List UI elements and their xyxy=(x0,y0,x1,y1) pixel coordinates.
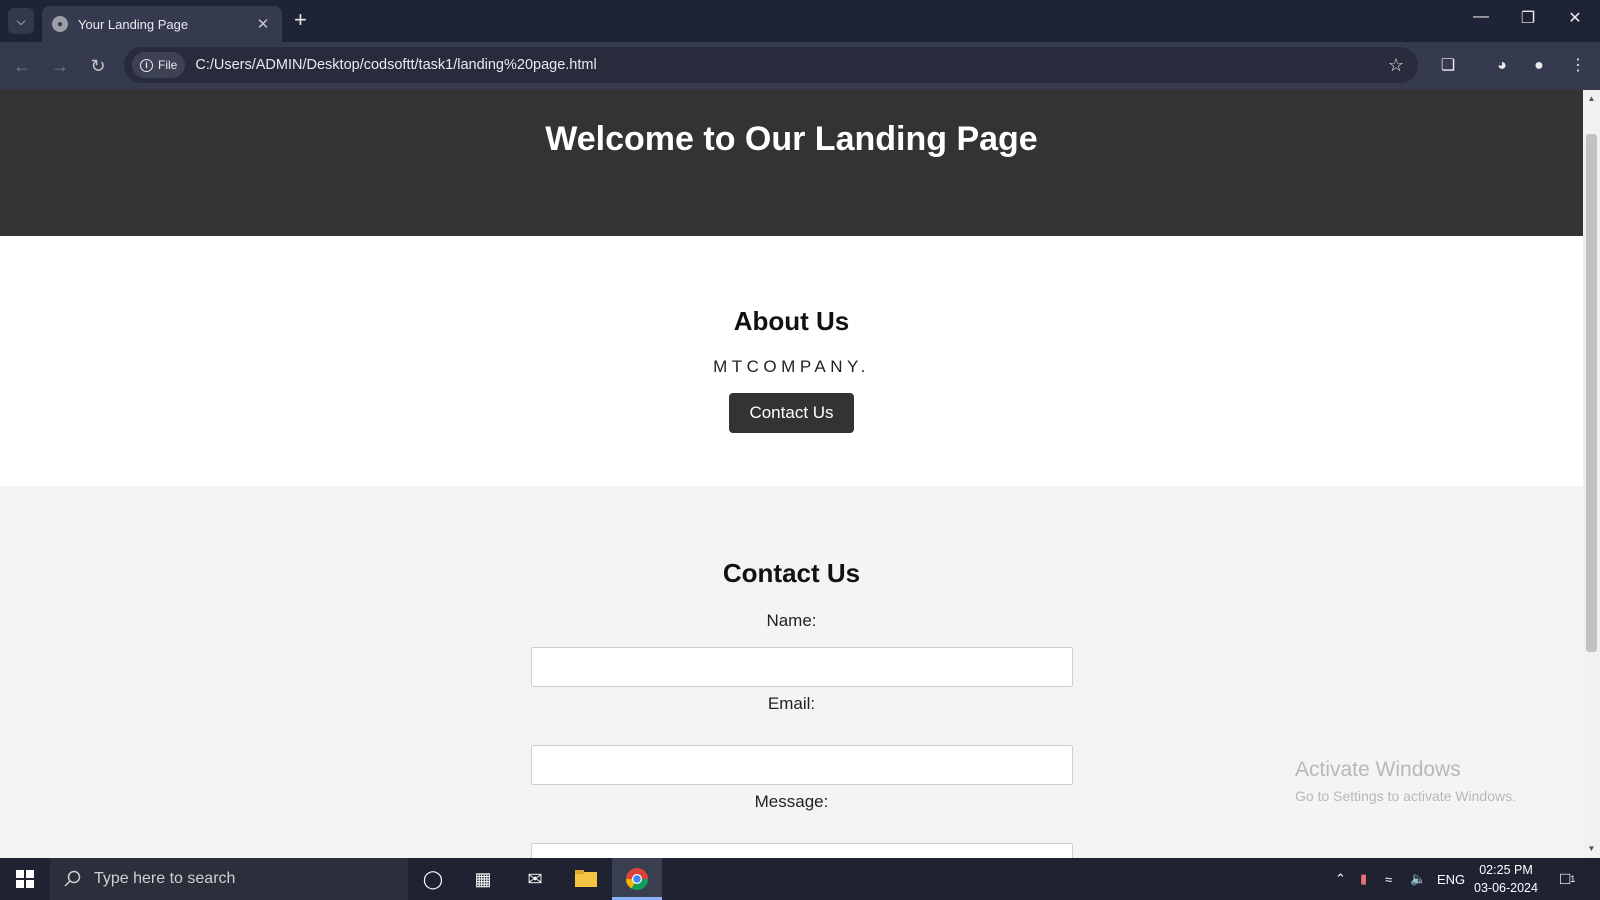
close-window-icon[interactable]: ✕ xyxy=(1560,8,1590,28)
language-indicator[interactable]: ENG xyxy=(1437,858,1465,900)
url-text[interactable]: C:/Users/ADMIN/Desktop/codsoftt/task1/la… xyxy=(195,57,1388,73)
browser-tab-strip: ⌵ ● Your Landing Page ✕ + — ❐ ✕ xyxy=(0,0,1600,42)
bookmark-star-icon[interactable]: ☆ xyxy=(1388,55,1404,76)
task-view-icon[interactable]: ▦ xyxy=(458,858,508,900)
clock-time: 02:25 PM xyxy=(1479,863,1533,877)
watermark-title: Activate Windows xyxy=(1295,758,1461,781)
search-icon xyxy=(64,870,81,887)
browser-toolbar: ← → ↻ i File C:/Users/ADMIN/Desktop/cods… xyxy=(0,42,1600,90)
back-icon[interactable]: ← xyxy=(10,54,34,78)
windows-taskbar: Type here to search ◯ ▦ ✉ ⌃ ▮ ≈ 🔈 ENG 02… xyxy=(0,858,1600,900)
address-bar[interactable]: i File C:/Users/ADMIN/Desktop/codsoftt/t… xyxy=(124,47,1418,83)
about-text: MTCOMPANY. xyxy=(713,357,870,376)
scroll-down-icon[interactable]: ▼ xyxy=(1583,844,1600,853)
file-explorer-icon[interactable] xyxy=(561,858,611,900)
chevron-down-icon: ⌵ xyxy=(16,13,26,28)
performance-icon[interactable]: ◕ xyxy=(1490,54,1514,78)
menu-icon[interactable]: ⋮ xyxy=(1566,54,1590,78)
contact-heading: Contact Us xyxy=(722,558,861,588)
profile-icon[interactable]: ● xyxy=(1527,54,1551,78)
tab-search-button[interactable]: ⌵ xyxy=(8,8,34,34)
show-hidden-icons-icon[interactable]: ⌃ xyxy=(1335,858,1346,900)
minimize-icon[interactable]: — xyxy=(1466,8,1496,26)
restore-icon[interactable]: ❐ xyxy=(1513,8,1543,28)
mail-icon[interactable]: ✉ xyxy=(510,858,560,900)
page-scrollbar[interactable]: ▲ ▼ xyxy=(1583,90,1600,858)
about-heading: About Us xyxy=(733,306,850,336)
search-placeholder: Type here to search xyxy=(94,870,236,887)
page-viewport: Welcome to Our Landing Page About Us MTC… xyxy=(0,90,1583,858)
network-icon[interactable]: ≈ xyxy=(1385,858,1392,900)
notification-count: 1 xyxy=(1570,874,1576,884)
tab-title: Your Landing Page xyxy=(78,16,189,32)
info-icon: i xyxy=(140,58,153,72)
volume-icon[interactable]: 🔈 xyxy=(1410,858,1426,900)
close-tab-icon[interactable]: ✕ xyxy=(254,15,272,33)
site-info-label: File xyxy=(158,58,178,72)
email-label: Email: xyxy=(767,694,816,713)
name-field[interactable] xyxy=(531,647,1073,687)
scrollbar-thumb[interactable] xyxy=(1586,134,1597,652)
chrome-icon xyxy=(626,868,648,890)
system-clock[interactable]: 02:25 PM 03-06-2024 xyxy=(1466,861,1546,897)
folder-icon xyxy=(575,870,597,887)
email-field[interactable] xyxy=(531,745,1073,785)
site-info-chip[interactable]: i File xyxy=(132,52,186,78)
watermark-subtitle: Go to Settings to activate Windows. xyxy=(1295,788,1516,804)
message-field[interactable] xyxy=(531,843,1073,858)
taskbar-search-box[interactable]: Type here to search xyxy=(50,858,408,900)
cortana-icon[interactable]: ◯ xyxy=(408,858,458,900)
battery-warning-icon[interactable]: ▮ xyxy=(1360,858,1367,900)
new-tab-icon[interactable]: + xyxy=(294,9,307,31)
name-label: Name: xyxy=(766,611,817,630)
reload-icon[interactable]: ↻ xyxy=(86,54,110,78)
extensions-icon[interactable]: ❏ xyxy=(1436,54,1460,78)
chrome-taskbar-icon[interactable] xyxy=(612,858,662,900)
start-button[interactable] xyxy=(0,858,50,900)
browser-tab[interactable]: ● Your Landing Page ✕ xyxy=(42,6,282,42)
contact-us-button[interactable]: Contact Us xyxy=(729,393,854,433)
globe-icon: ● xyxy=(52,16,68,32)
about-section: About Us MTCOMPANY. Contact Us xyxy=(0,236,1583,486)
clock-date: 03-06-2024 xyxy=(1474,881,1538,895)
scroll-up-icon[interactable]: ▲ xyxy=(1583,94,1600,103)
activate-windows-watermark: Activate Windows Go to Settings to activ… xyxy=(1295,758,1516,804)
notification-center-icon[interactable]: □ 1 xyxy=(1560,858,1575,900)
hero-header: Welcome to Our Landing Page xyxy=(0,90,1583,236)
hero-title: Welcome to Our Landing Page xyxy=(545,120,1038,158)
forward-icon[interactable]: → xyxy=(48,54,72,78)
windows-logo-icon xyxy=(16,870,34,888)
